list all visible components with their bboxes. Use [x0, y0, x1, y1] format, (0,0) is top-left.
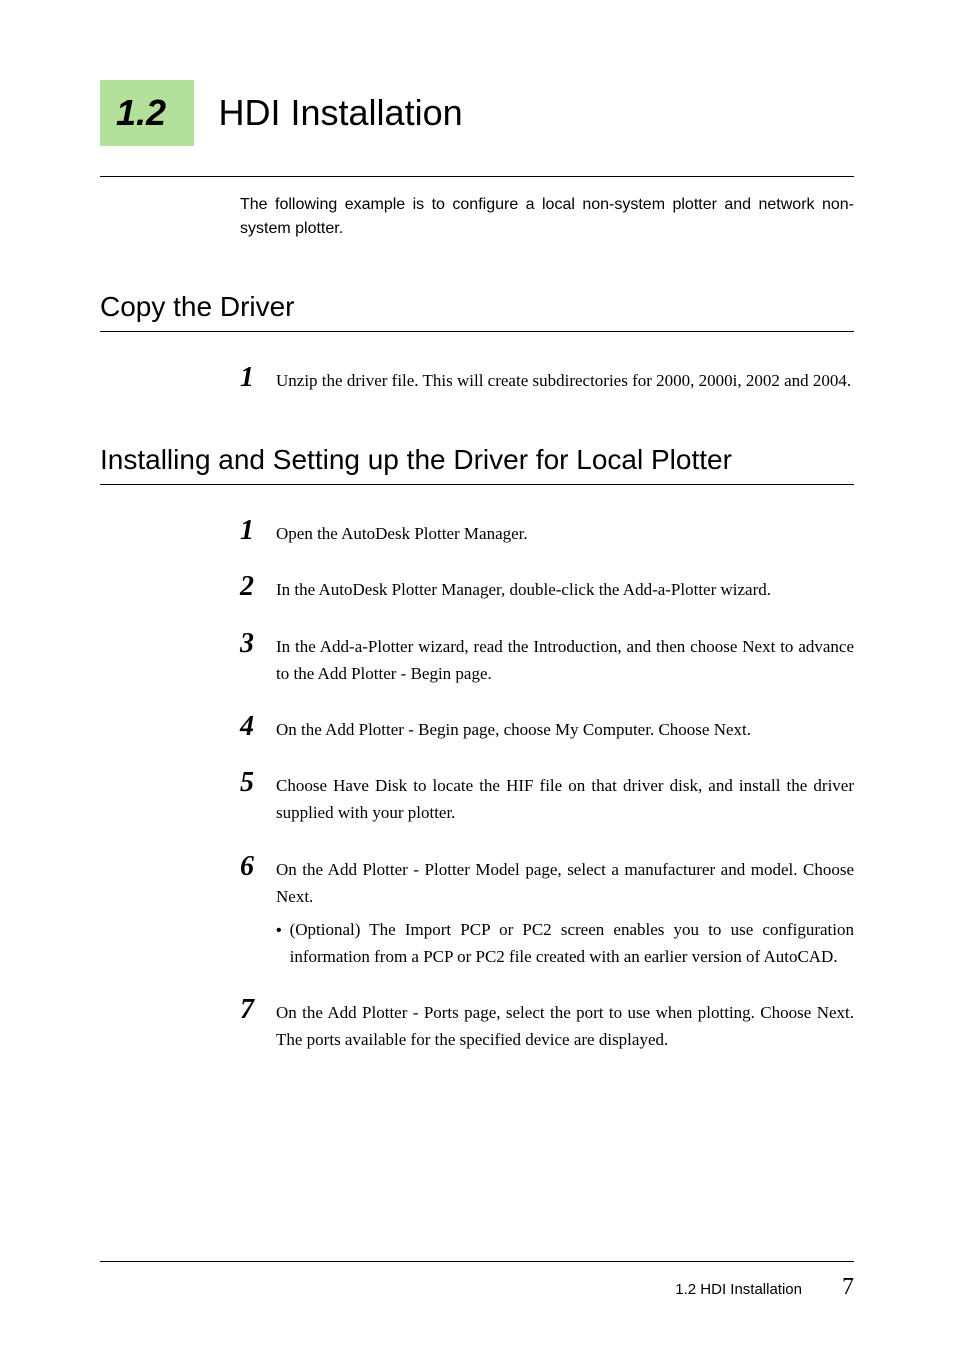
subsection-title: Installing and Setting up the Driver for… — [100, 444, 854, 476]
step-number: 5 — [240, 767, 268, 799]
step-text: Unzip the driver file. This will create … — [276, 367, 854, 394]
step-text: On the Add Plotter - Begin page, choose … — [276, 716, 854, 743]
divider — [100, 1261, 854, 1262]
step-list: 1 Open the AutoDesk Plotter Manager. 2 I… — [240, 515, 854, 910]
step-text: On the Add Plotter - Ports page, select … — [276, 999, 854, 1053]
step-number: 7 — [240, 994, 268, 1026]
step-item: 2 In the AutoDesk Plotter Manager, doubl… — [240, 571, 854, 603]
step-text: Open the AutoDesk Plotter Manager. — [276, 520, 854, 547]
footer: 1.2 HDI Installation 7 — [100, 1261, 854, 1301]
step-text: In the Add-a-Plotter wizard, read the In… — [276, 633, 854, 687]
intro-paragraph: The following example is to configure a … — [240, 193, 854, 241]
step-number: 3 — [240, 628, 268, 660]
footer-section-label: 1.2 HDI Installation — [675, 1281, 802, 1298]
step-number: 1 — [240, 515, 268, 547]
subsection-title: Copy the Driver — [100, 291, 854, 323]
step-bullet: • (Optional) The Import PCP or PC2 scree… — [276, 916, 854, 970]
step-item: 1 Unzip the driver file. This will creat… — [240, 362, 854, 394]
divider — [100, 176, 854, 177]
section-number: 1.2 — [116, 92, 166, 133]
step-item: 5 Choose Have Disk to locate the HIF fil… — [240, 767, 854, 826]
divider — [100, 331, 854, 332]
bullet-icon: • — [276, 922, 282, 940]
divider — [100, 484, 854, 485]
step-number: 6 — [240, 851, 268, 883]
step-item: 3 In the Add-a-Plotter wizard, read the … — [240, 628, 854, 687]
section-number-badge: 1.2 — [100, 80, 194, 146]
step-number: 1 — [240, 362, 268, 394]
section-title: HDI Installation — [219, 92, 463, 134]
page-number: 7 — [842, 1274, 854, 1301]
bullet-text: (Optional) The Import PCP or PC2 screen … — [290, 916, 854, 970]
step-text: In the AutoDesk Plotter Manager, double-… — [276, 576, 854, 603]
step-list: 1 Unzip the driver file. This will creat… — [240, 362, 854, 394]
step-item: 7 On the Add Plotter - Ports page, selec… — [240, 994, 854, 1053]
step-number: 2 — [240, 571, 268, 603]
step-item: 1 Open the AutoDesk Plotter Manager. — [240, 515, 854, 547]
step-number: 4 — [240, 711, 268, 743]
section-header: 1.2 HDI Installation — [100, 80, 854, 146]
step-text: Choose Have Disk to locate the HIF file … — [276, 772, 854, 826]
step-item: 4 On the Add Plotter - Begin page, choos… — [240, 711, 854, 743]
step-list: 7 On the Add Plotter - Ports page, selec… — [240, 994, 854, 1053]
step-item: 6 On the Add Plotter - Plotter Model pag… — [240, 851, 854, 910]
step-text: On the Add Plotter - Plotter Model page,… — [276, 856, 854, 910]
